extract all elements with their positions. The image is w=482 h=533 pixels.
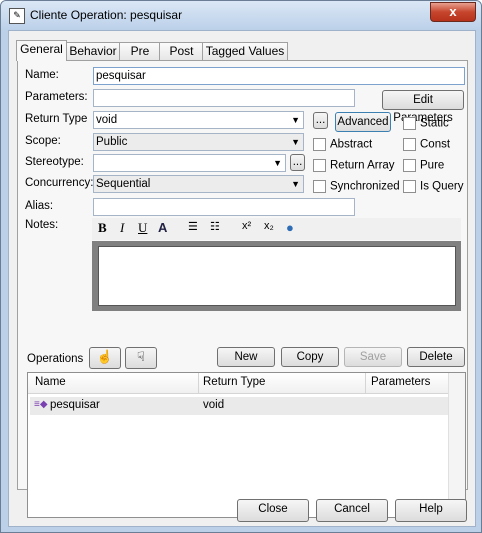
stereotype-label: Stereotype: xyxy=(25,156,84,168)
advanced-button[interactable]: Advanced xyxy=(335,112,391,132)
close-window-icon[interactable]: x xyxy=(430,2,476,22)
pure-checkbox[interactable]: Pure xyxy=(403,159,444,174)
is-query-checkbox-box[interactable] xyxy=(403,180,416,193)
help-button[interactable]: Help xyxy=(395,499,467,522)
const-label: Const xyxy=(420,138,451,151)
subscript-icon[interactable]: x₂ xyxy=(264,220,274,232)
synchronized-checkbox-box[interactable] xyxy=(313,180,326,193)
concurrency-combo[interactable]: Sequential ▼ xyxy=(93,175,304,193)
name-label: Name: xyxy=(25,69,59,81)
synchronized-checkbox[interactable]: Synchronized xyxy=(313,180,400,195)
name-input[interactable]: pesquisar xyxy=(93,67,465,85)
title-bar: ✎ Cliente Operation: pesquisar x xyxy=(1,1,481,29)
concurrency-value: Sequential xyxy=(96,178,151,190)
notes-toolbar: B I U A ☰ ☷ x² x₂ ● xyxy=(92,218,461,240)
dialog-body: General Behavior Pre Post Tagged Values … xyxy=(8,30,476,527)
operation-icon: ≡◆ xyxy=(34,399,48,410)
chevron-down-icon: ▼ xyxy=(291,115,300,125)
delete-button[interactable]: Delete xyxy=(407,347,465,367)
const-checkbox-box[interactable] xyxy=(403,138,416,151)
return-type-value: void xyxy=(96,114,118,126)
column-divider xyxy=(365,373,366,393)
is-query-checkbox[interactable]: Is Query xyxy=(403,180,463,195)
edit-parameters-button[interactable]: Edit Parameters xyxy=(382,90,464,124)
window-title: Cliente Operation: pesquisar xyxy=(30,8,183,22)
column-header-return-type[interactable]: Return Type xyxy=(203,376,265,388)
stereotype-browse-button[interactable]: ... xyxy=(290,154,305,171)
static-label: Static xyxy=(420,117,449,130)
bullet-list-icon[interactable]: ☰ xyxy=(188,220,198,233)
return-array-checkbox[interactable]: Return Array xyxy=(313,159,395,174)
tab-post[interactable]: Post xyxy=(159,42,204,60)
return-type-browse-button[interactable]: ... xyxy=(313,112,328,129)
pure-label: Pure xyxy=(420,159,445,172)
move-down-button[interactable]: ☟ xyxy=(125,347,157,369)
bold-icon[interactable]: B xyxy=(98,220,107,236)
copy-button[interactable]: Copy xyxy=(281,347,339,367)
cancel-button[interactable]: Cancel xyxy=(316,499,388,522)
list-scrollbar[interactable] xyxy=(448,373,465,515)
chevron-down-icon: ▼ xyxy=(273,158,282,168)
parameters-label: Parameters: xyxy=(25,91,88,103)
row-name: pesquisar xyxy=(50,399,100,411)
tab-tagged-values[interactable]: Tagged Values xyxy=(202,42,288,60)
stereotype-combo[interactable]: ▼ xyxy=(93,154,286,172)
notes-label: Notes: xyxy=(25,219,59,231)
operation-dialog: ✎ Cliente Operation: pesquisar x General… xyxy=(0,0,482,533)
abstract-checkbox-box[interactable] xyxy=(313,138,326,151)
superscript-icon[interactable]: x² xyxy=(242,220,251,232)
row-return-type: void xyxy=(203,399,225,411)
abstract-checkbox[interactable]: Abstract xyxy=(313,138,372,153)
return-type-combo[interactable]: void ▼ xyxy=(93,111,304,129)
scope-value: Public xyxy=(96,136,128,148)
general-panel: Name: pesquisar Parameters: Edit Paramet… xyxy=(17,60,468,518)
tab-general[interactable]: General xyxy=(16,40,67,61)
scope-label: Scope: xyxy=(25,135,61,147)
notes-text-area[interactable] xyxy=(98,246,456,306)
notes-editor xyxy=(92,241,461,311)
return-array-checkbox-box[interactable] xyxy=(313,159,326,172)
column-header-name[interactable]: Name xyxy=(35,376,66,388)
tab-behavior[interactable]: Behavior xyxy=(65,42,121,60)
is-query-label: Is Query xyxy=(420,180,464,193)
chevron-down-icon: ▼ xyxy=(291,179,300,189)
chevron-down-icon: ▼ xyxy=(291,137,300,147)
list-header: Name Return Type Parameters xyxy=(28,373,449,394)
column-divider xyxy=(198,373,199,393)
return-array-label: Return Array xyxy=(330,159,395,172)
synchronized-label: Synchronized xyxy=(330,180,400,193)
tab-pre[interactable]: Pre xyxy=(119,42,161,60)
parameters-input[interactable] xyxy=(93,89,355,107)
save-button[interactable]: Save xyxy=(344,347,402,367)
alias-input[interactable] xyxy=(93,198,355,216)
alias-label: Alias: xyxy=(25,200,54,212)
static-checkbox-box[interactable] xyxy=(403,117,416,130)
hyperlink-icon[interactable]: ● xyxy=(286,220,294,235)
pure-checkbox-box[interactable] xyxy=(403,159,416,172)
underline-icon[interactable]: U xyxy=(138,220,147,236)
table-row[interactable]: ≡◆ pesquisar void xyxy=(30,397,449,415)
abstract-label: Abstract xyxy=(330,138,373,151)
concurrency-label: Concurrency: xyxy=(25,177,94,189)
move-up-button[interactable]: ☝ xyxy=(89,347,121,369)
operations-list: Name Return Type Parameters ≡◆ pesquisar… xyxy=(27,372,466,518)
return-type-label: Return Type xyxy=(25,113,88,125)
hand-down-icon: ☟ xyxy=(137,349,145,364)
operations-label: Operations xyxy=(27,353,84,365)
hand-up-icon: ☝ xyxy=(96,349,114,364)
column-header-parameters[interactable]: Parameters xyxy=(371,376,430,388)
scope-combo[interactable]: Public ▼ xyxy=(93,133,304,151)
italic-icon[interactable]: I xyxy=(120,220,124,236)
app-icon: ✎ xyxy=(9,8,25,24)
close-button[interactable]: Close xyxy=(237,499,309,522)
const-checkbox[interactable]: Const xyxy=(403,138,450,153)
numbered-list-icon[interactable]: ☷ xyxy=(210,220,220,233)
font-color-icon[interactable]: A xyxy=(158,220,167,235)
static-checkbox[interactable]: Static xyxy=(403,117,449,132)
new-button[interactable]: New xyxy=(217,347,275,367)
